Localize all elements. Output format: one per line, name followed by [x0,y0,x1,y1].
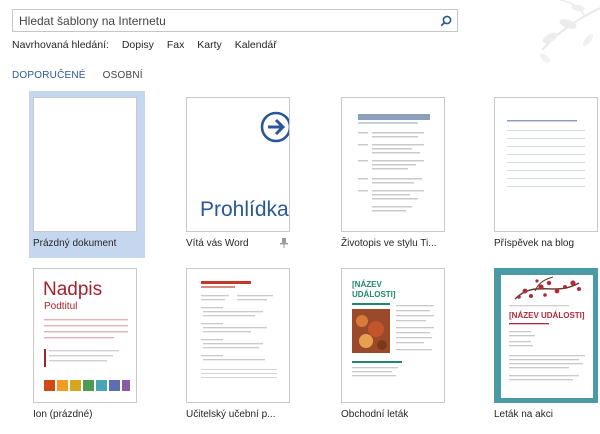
template-tile-business-flyer[interactable]: [NÁZEV UDÁLOSTI] Obchodní leták [337,268,453,428]
suggested-link-kalendar[interactable]: Kalendář [235,39,277,51]
tab-osobni[interactable]: OSOBNÍ [103,70,143,81]
template-search-box[interactable] [12,9,458,32]
search-icon [440,15,452,26]
template-tile-lesson[interactable]: Učitelský učební p... [182,268,298,428]
ion-thumb-graphic [44,319,130,391]
suggested-searches: Navrhovaná hledání: Dopisy Fax Karty Kal… [12,39,287,51]
template-thumbnail: Nadpis Podtitul [33,268,137,403]
template-label: Vítá vás Word [186,238,249,249]
suggested-link-karty[interactable]: Karty [197,39,222,51]
blog-thumb-graphic [507,120,585,187]
template-tile-blog[interactable]: Příspěvek na blog [490,97,600,257]
template-thumbnail [186,268,290,403]
template-thumbnail: [NÁZEV UDÁLOSTI] [341,268,445,403]
search-input[interactable] [13,10,433,31]
event-flyer-thumb-lines [509,323,585,381]
template-tile-blank[interactable]: Prázdný dokument [29,91,145,258]
template-thumbnail [341,97,445,232]
suggested-link-fax[interactable]: Fax [167,39,185,51]
arrow-circle-icon [260,111,289,143]
template-tile-event-flyer[interactable]: [NÁZEV UDÁLOSTI] Leták na akci [490,268,600,428]
template-tile-welcome[interactable]: Prohlídka Vítá vás Word [182,97,298,257]
template-thumbnail: Prohlídka [186,97,290,232]
template-label: Ion (prázdné) [33,409,93,420]
template-label: Prázdný dokument [33,238,117,249]
tab-doporucene[interactable]: DOPORUČENÉ [12,70,86,81]
template-label: Obchodní leták [341,409,409,420]
template-tabs: DOPORUČENÉ OSOBNÍ [12,70,157,81]
decorative-branch-image [540,0,600,63]
business-flyer-thumb-graphic [352,303,434,377]
template-thumbnail: [NÁZEV UDÁLOSTI] [494,268,598,403]
template-label: Životopis ve stylu Ti... [341,238,437,249]
welcome-thumb-text: Prohlídka [200,198,289,221]
template-tile-ion[interactable]: Nadpis Podtitul Ion (prázdné) [29,268,145,428]
search-button[interactable] [437,12,455,29]
template-tile-resume[interactable]: Životopis ve stylu Ti... [337,97,453,257]
pin-icon[interactable] [280,238,288,248]
template-label: Učitelský učební p... [186,409,276,420]
template-label: Leták na akci [494,409,553,420]
resume-thumb-graphic [358,114,430,212]
template-thumbnail [33,97,137,232]
template-label: Příspěvek na blog [494,238,575,249]
template-thumbnail [494,97,598,232]
suggested-link-dopisy[interactable]: Dopisy [122,39,154,51]
suggested-searches-label: Navrhovaná hledání: [12,39,109,51]
lesson-thumb-graphic [201,281,277,378]
